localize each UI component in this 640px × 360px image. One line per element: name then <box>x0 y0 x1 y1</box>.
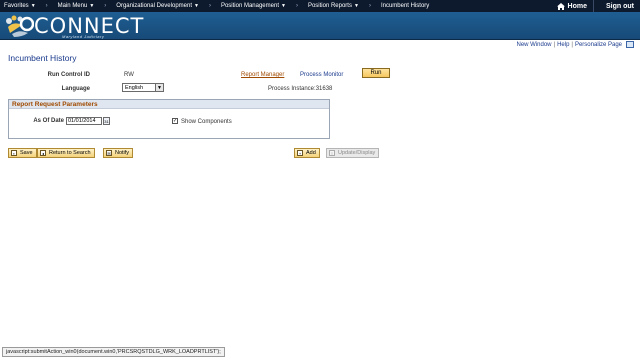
show-components-label: Show Components <box>181 119 232 125</box>
chevron-down-icon: ▼ <box>194 3 199 9</box>
run-button[interactable]: Run <box>362 68 390 78</box>
as-of-date-label: As Of Date <box>33 118 64 124</box>
notify-button[interactable]: ✉ Notify <box>103 148 134 158</box>
home-label: Home <box>567 2 587 10</box>
sign-out-button[interactable]: Sign out <box>593 0 640 12</box>
add-label: Add <box>306 150 316 156</box>
nav-right-group: Home Sign out <box>551 0 640 12</box>
chevron-down-icon: ▼ <box>89 3 95 9</box>
chevron-down-icon: ▼ <box>30 3 36 9</box>
update-display-label: Update/Display <box>338 150 376 156</box>
chevron-down-icon[interactable]: ▼ <box>155 84 163 91</box>
header-banner: CONNECT Maryland Judiciary <box>0 12 640 40</box>
nav-position-management[interactable]: Position Management ▼ <box>217 0 290 12</box>
add-button[interactable]: + Add <box>294 148 320 158</box>
calendar-icon[interactable]: 31 <box>103 117 110 125</box>
personalize-page-link[interactable]: Personalize Page <box>575 42 622 48</box>
show-components-checkbox[interactable]: ✓ <box>172 118 178 124</box>
update-display-button[interactable]: ≡ Update/Display <box>326 148 380 158</box>
process-monitor-link[interactable]: Process Monitor <box>300 72 343 78</box>
sign-out-label: Sign out <box>606 2 634 10</box>
update-display-icon: ≡ <box>329 150 335 156</box>
mail-icon: ✉ <box>106 150 112 156</box>
nav-main-menu[interactable]: Main Menu ▼ <box>54 0 99 12</box>
save-button[interactable]: ▪ Save <box>8 148 37 158</box>
return-to-search-label: Return to Search <box>49 150 91 156</box>
logo-subtitle: Maryland Judiciary <box>62 34 105 39</box>
browser-status-bar: javascript:submitAction_win0(document.wi… <box>2 347 225 357</box>
home-button[interactable]: Home <box>551 2 593 10</box>
chevron-down-icon: ▼ <box>353 3 359 9</box>
nav-favorites[interactable]: Favorites ▼ <box>0 0 40 12</box>
group-header: Report Request Parameters <box>9 100 329 109</box>
nav-incumbent-history-label: Incumbent History <box>380 3 430 9</box>
nav-position-reports[interactable]: Position Reports ▼ <box>304 0 363 12</box>
breadcrumb-separator-icon: › <box>368 3 371 9</box>
logo-mark-icon <box>6 15 34 37</box>
new-window-link[interactable]: New Window <box>516 42 551 48</box>
save-icon: ▪ <box>11 150 17 156</box>
return-to-search-button[interactable]: ◂ Return to Search <box>37 148 95 158</box>
language-select-value: English <box>125 84 144 91</box>
language-select[interactable]: English ▼ <box>122 83 164 92</box>
nav-organizational-development[interactable]: Organizational Development ▼ <box>112 0 203 12</box>
run-control-id-value: RW <box>124 72 134 78</box>
page-links: New Window | Help | Personalize Page <box>516 41 634 48</box>
nav-position-reports-label: Position Reports <box>307 3 352 9</box>
chevron-down-icon: ▼ <box>281 3 286 9</box>
nav-favorites-label: Favorites <box>4 3 29 9</box>
report-manager-link[interactable]: Report Manager <box>241 72 284 78</box>
nav-organizational-development-label: Organizational Development <box>116 3 192 9</box>
nav-main-menu-label: Main Menu <box>57 3 88 9</box>
add-icon: + <box>297 150 303 156</box>
notify-label: Notify <box>115 150 130 156</box>
nav-incumbent-history[interactable]: Incumbent History <box>377 0 433 12</box>
top-navigation-bar: Favorites ▼ › Main Menu ▼ › Organization… <box>0 0 640 12</box>
process-instance-text: Process Instance:31638 <box>268 86 333 92</box>
link-separator: | <box>571 41 573 48</box>
home-icon <box>556 2 565 10</box>
breadcrumb-separator-icon: › <box>208 3 211 9</box>
page-settings-icon[interactable] <box>626 41 634 48</box>
breadcrumb-separator-icon: › <box>295 3 298 9</box>
return-to-search-icon: ◂ <box>40 150 46 156</box>
language-label: Language <box>61 86 90 92</box>
nav-position-management-label: Position Management <box>220 3 279 9</box>
as-of-date-input[interactable]: 01/01/2014 <box>66 117 102 125</box>
breadcrumb-separator-icon: › <box>45 3 48 9</box>
save-label: Save <box>20 150 33 156</box>
link-separator: | <box>553 41 556 48</box>
page-title: Incumbent History <box>8 53 77 63</box>
breadcrumb-separator-icon: › <box>104 3 107 9</box>
help-link[interactable]: Help <box>557 42 569 48</box>
run-control-id-label: Run Control ID <box>47 72 90 78</box>
